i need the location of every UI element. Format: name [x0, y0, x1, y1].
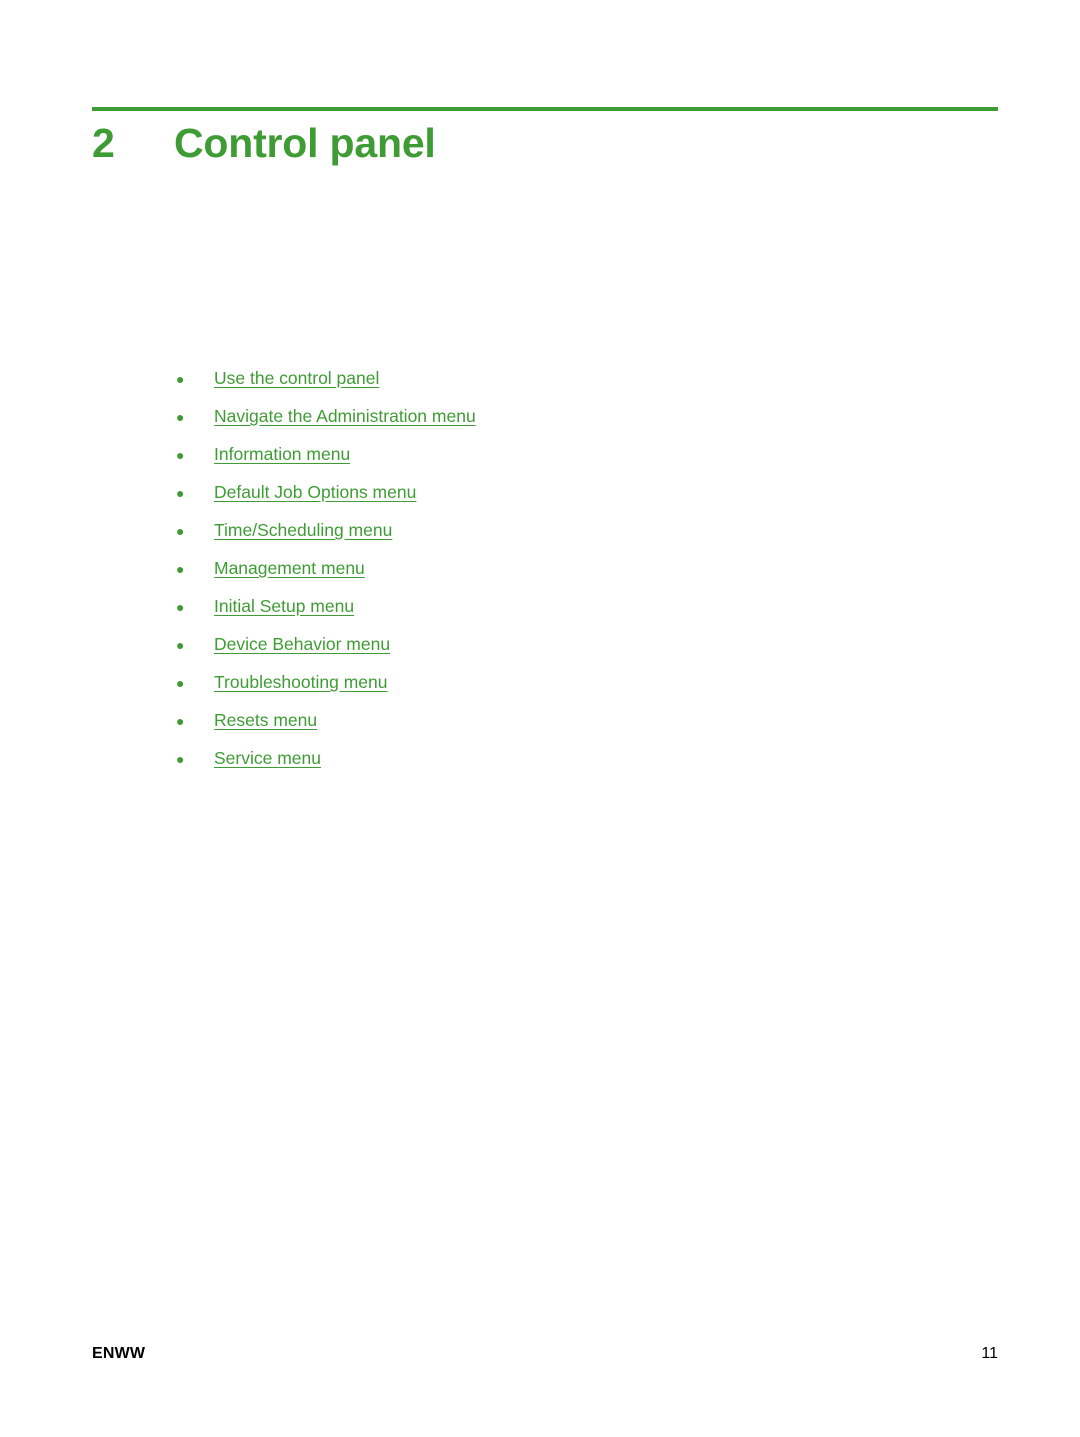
list-item[interactable]: ● Service menu: [176, 739, 936, 777]
page-number: 11: [981, 1345, 998, 1362]
bullet-icon: ●: [176, 599, 185, 615]
toc-link-service-menu[interactable]: Service menu: [214, 739, 321, 777]
list-item[interactable]: ● Default Job Options menu: [176, 473, 936, 511]
list-item[interactable]: ● Use the control panel: [176, 359, 936, 397]
bullet-icon: ●: [176, 713, 185, 729]
chapter-title: Control panel: [174, 120, 436, 166]
toc-link-troubleshooting-menu[interactable]: Troubleshooting menu: [214, 663, 388, 701]
toc-link-navigate-the-administration-menu[interactable]: Navigate the Administration menu: [214, 397, 476, 435]
bullet-icon: ●: [176, 485, 185, 501]
toc-link-information-menu[interactable]: Information menu: [214, 435, 350, 473]
bullet-icon: ●: [176, 561, 185, 577]
toc-link-management-menu[interactable]: Management menu: [214, 549, 365, 587]
bullet-icon: ●: [176, 523, 185, 539]
chapter-heading: 2 Control panel: [92, 120, 998, 167]
bullet-icon: ●: [176, 637, 185, 653]
toc-link-default-job-options-menu[interactable]: Default Job Options menu: [214, 473, 416, 511]
toc-link-initial-setup-menu[interactable]: Initial Setup menu: [214, 587, 354, 625]
list-item[interactable]: ● Resets menu: [176, 701, 936, 739]
list-item[interactable]: ● Navigate the Administration menu: [176, 397, 936, 435]
bullet-icon: ●: [176, 751, 185, 767]
chapter-number: 2: [92, 120, 115, 166]
list-item[interactable]: ● Information menu: [176, 435, 936, 473]
bullet-icon: ●: [176, 371, 185, 387]
toc-link-resets-menu[interactable]: Resets menu: [214, 701, 317, 739]
toc-link-device-behavior-menu[interactable]: Device Behavior menu: [214, 625, 390, 663]
document-page: 2 Control panel ● Use the control panel …: [0, 0, 1080, 1437]
list-item[interactable]: ● Device Behavior menu: [176, 625, 936, 663]
footer-locale-label: ENWW: [92, 1345, 146, 1362]
chapter-contents-list: ● Use the control panel ● Navigate the A…: [176, 359, 936, 777]
bullet-icon: ●: [176, 409, 185, 425]
chapter-rule: [92, 107, 998, 111]
bullet-icon: ●: [176, 447, 185, 463]
list-item[interactable]: ● Time/Scheduling menu: [176, 511, 936, 549]
page-footer: ENWW 11: [92, 1345, 998, 1363]
toc-link-use-the-control-panel[interactable]: Use the control panel: [214, 359, 379, 397]
list-item[interactable]: ● Initial Setup menu: [176, 587, 936, 625]
list-item[interactable]: ● Management menu: [176, 549, 936, 587]
bullet-icon: ●: [176, 675, 185, 691]
list-item[interactable]: ● Troubleshooting menu: [176, 663, 936, 701]
toc-link-time-scheduling-menu[interactable]: Time/Scheduling menu: [214, 511, 392, 549]
